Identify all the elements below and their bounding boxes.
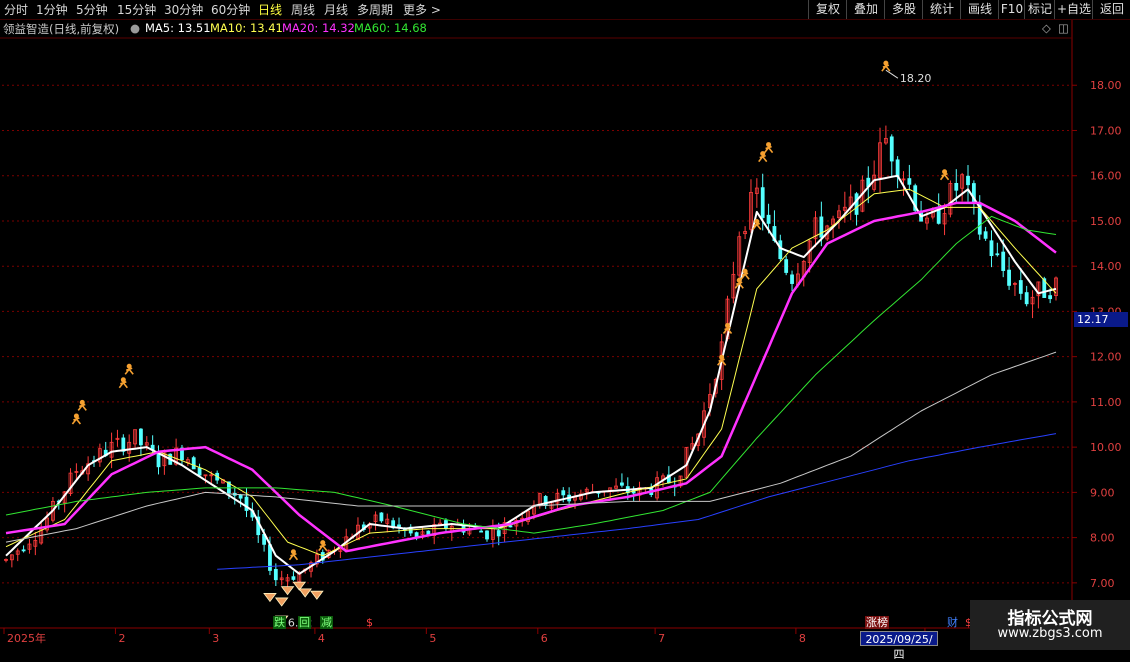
watermark: 指标公式网 www.zbgs3.com	[970, 600, 1130, 650]
event-dollar-1[interactable]: $	[365, 616, 374, 629]
candle-body	[760, 187, 765, 218]
candle-body	[989, 240, 994, 257]
kline-chart[interactable]: 18.0017.0016.0015.0014.0013.0012.0011.00…	[0, 0, 1130, 650]
event-jian[interactable]: 减	[320, 616, 333, 629]
candle-body	[983, 231, 988, 239]
y-tick-label: 14.00	[1090, 260, 1122, 273]
candle-body	[1018, 280, 1023, 294]
candle-body	[1024, 292, 1029, 305]
candle-body	[819, 216, 824, 238]
candle-body	[907, 178, 912, 185]
candle-body	[854, 193, 859, 215]
x-tick-label: 8	[799, 632, 806, 645]
signal-gem-icon	[263, 593, 277, 603]
candle-body	[197, 467, 202, 476]
candle-body	[485, 530, 489, 540]
signal-gem-icon	[298, 588, 312, 598]
candle-body	[238, 494, 243, 499]
candle-body	[508, 525, 513, 528]
x-tick-label: 4	[318, 632, 325, 645]
candle-body	[1048, 295, 1053, 300]
candle-body	[895, 159, 900, 178]
watermark-url: www.zbgs3.com	[997, 626, 1103, 641]
ma-line-ma60	[5, 215, 1057, 534]
candle-body	[766, 214, 771, 224]
x-tick-label: 3	[212, 632, 219, 645]
candle-body	[790, 274, 794, 284]
candle-body	[496, 530, 501, 537]
signal-runner-icon	[118, 381, 128, 389]
ma-line-ma20	[5, 201, 1057, 553]
candle-body	[784, 259, 789, 273]
signal-runner-icon	[288, 552, 299, 561]
x-tick-label: 2	[118, 632, 125, 645]
signal-runner-icon	[763, 145, 774, 154]
signal-runner-icon	[939, 172, 950, 181]
candle-body	[414, 532, 419, 538]
x-tick-label: 7	[658, 632, 665, 645]
y-tick-label: 7.00	[1090, 577, 1115, 590]
high-pointer-line	[885, 69, 899, 79]
candle-body	[191, 457, 196, 470]
signal-gem-icon	[310, 590, 324, 600]
candle-body	[966, 175, 970, 186]
y-tick-label: 8.00	[1090, 532, 1115, 545]
event-zhangbang[interactable]: 涨榜	[865, 616, 889, 629]
event-hui[interactable]: 回	[298, 616, 311, 629]
ma-line-ma5	[5, 174, 1057, 575]
y-tick-label: 12.00	[1090, 351, 1122, 364]
y-tick-label: 9.00	[1090, 486, 1115, 499]
y-tick-label: 16.00	[1090, 170, 1122, 183]
signal-gem-icon	[274, 597, 289, 607]
signal-runner-icon	[758, 154, 768, 163]
y-tick-label: 18.00	[1090, 79, 1122, 92]
y-tick-label: 10.00	[1090, 441, 1122, 454]
current-price-tag: 12.17	[1074, 312, 1128, 327]
y-tick-label: 17.00	[1090, 124, 1122, 137]
candle-body	[291, 576, 296, 580]
signal-runner-icon	[124, 367, 134, 375]
signal-gem-icon	[280, 586, 295, 596]
event-die[interactable]: 跌	[273, 616, 286, 629]
ma-line-ma10	[5, 188, 1057, 557]
candle-body	[139, 428, 143, 446]
x-tick-label: 5	[429, 632, 436, 645]
signal-runner-icon	[77, 403, 87, 411]
candle-body	[1007, 269, 1011, 286]
y-tick-label: 15.00	[1090, 215, 1122, 228]
candle-body	[156, 452, 161, 468]
candle-body	[21, 549, 26, 552]
candle-body	[995, 253, 1000, 256]
high-label: 18.20	[900, 72, 932, 85]
x-tick-label: 2025年	[7, 631, 46, 645]
y-tick-label: 11.00	[1090, 396, 1122, 409]
cursor-date-box: 2025/09/25/四	[860, 631, 938, 661]
candle-body	[273, 569, 278, 581]
candle-body	[479, 530, 484, 533]
candle-body	[778, 240, 783, 260]
candle-body	[889, 136, 894, 162]
candle-body	[397, 524, 401, 528]
x-tick-label: 6	[541, 632, 548, 645]
candle-body	[620, 482, 624, 486]
candle-body	[1001, 251, 1006, 271]
candle-body	[379, 512, 384, 522]
event-cai[interactable]: 财	[946, 616, 959, 629]
candle-body	[954, 183, 959, 191]
signal-runner-icon	[71, 417, 82, 425]
candle-body	[561, 490, 566, 496]
